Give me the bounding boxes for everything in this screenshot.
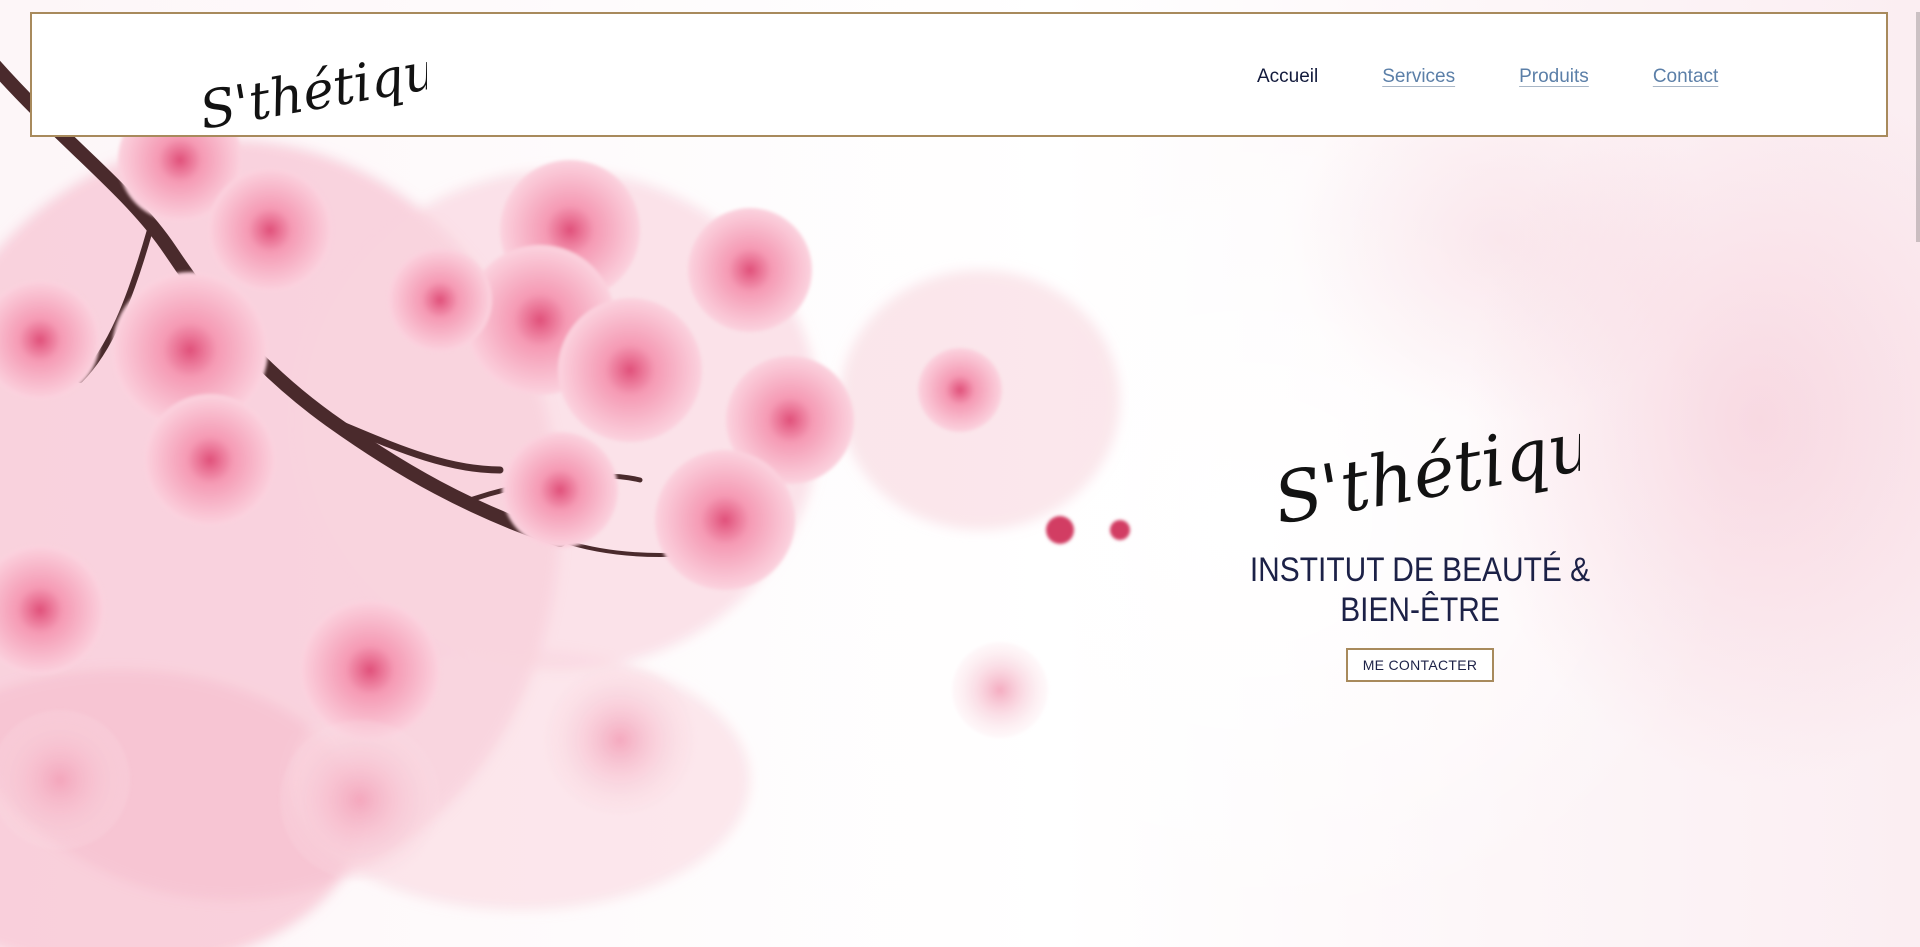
hero-tagline-line1: INSTITUT DE BEAUTÉ & <box>1249 551 1591 589</box>
brand-logo-text: S'thétique <box>197 36 427 134</box>
nav-item-contact[interactable]: Contact <box>1653 66 1718 88</box>
nav-item-accueil[interactable]: Accueil <box>1257 66 1318 88</box>
hero-logo-text: S'thétique <box>1268 397 1580 530</box>
main-nav: Accueil Services Produits Contact <box>1257 66 1782 88</box>
brand-logo[interactable]: S'thétique <box>195 24 471 142</box>
hero-tagline: INSTITUT DE BEAUTÉ & BIEN-ÊTRE <box>1226 550 1613 630</box>
cherry-blossom-image <box>0 60 1130 947</box>
site-header: S'thétique Accueil Services Produits Con… <box>30 12 1888 142</box>
contact-me-button[interactable]: ME CONTACTER <box>1345 648 1495 682</box>
brand-logo-script: S'thétique <box>195 36 471 142</box>
hero-section: S'thétique Accueil Services Produits Con… <box>0 0 1920 947</box>
hero-tagline-line2: BIEN-ÊTRE <box>1340 591 1500 629</box>
hero-content: S'thétique INSTITUT DE BEAUTÉ & BIEN-ÊTR… <box>1200 380 1640 682</box>
nav-item-produits[interactable]: Produits <box>1519 66 1589 88</box>
page-scrollbar[interactable] <box>1916 12 1920 242</box>
nav-item-services[interactable]: Services <box>1382 66 1455 88</box>
hero-logo: S'thétique <box>1268 397 1580 530</box>
